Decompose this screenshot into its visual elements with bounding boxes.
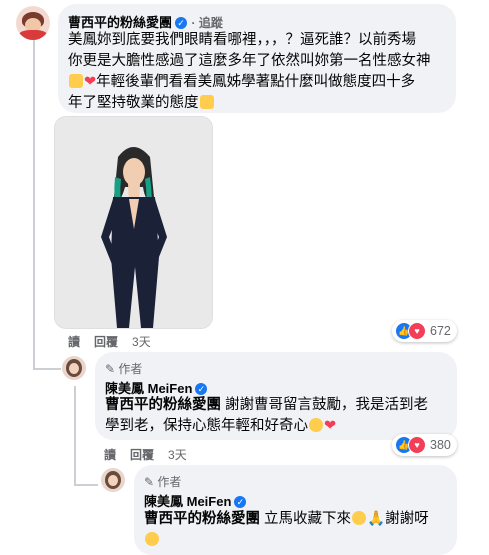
reply-line: 曹西平的粉絲愛團 謝謝曹哥留言鼓勵，我是活到老 [105,397,429,413]
reply-link[interactable]: 回覆 [94,335,118,349]
pray-icon: 🙏 [367,511,386,527]
pencil-icon: ✎ [105,362,116,376]
love-icon: ♥ [408,322,426,340]
reply-line [144,530,450,551]
comment-line: 年了堅持敬業的態度 [68,93,452,114]
reply-actions: 讀回覆 3天 [104,446,201,463]
comment-actions: 讀回覆 3天 [68,333,165,350]
grin-icon [309,418,323,432]
mention-link[interactable]: 曹西平的粉絲愛團 [105,397,221,413]
thread-line-curve [33,368,61,370]
grin-icon [352,511,367,525]
reply-header: 陳美鳳 MeiFen ✓ [144,491,247,511]
read-link[interactable]: 讀 [68,335,80,349]
comment-photo[interactable] [54,116,213,329]
timestamp[interactable]: 3天 [132,335,151,349]
comment-header: 曹西平的粉絲愛團 ✓ · 追蹤 [68,15,223,30]
avatar[interactable] [16,6,50,40]
heart-icon: ❤ [84,74,97,90]
reaction-count: 672 [430,324,451,338]
verified-icon: ✓ [175,16,188,29]
verified-icon: ✓ [195,382,208,395]
reaction-count: 380 [430,438,451,452]
thread-line [33,40,35,370]
comment-author[interactable]: 曹西平的粉絲愛團 [68,15,172,30]
grin-icon [145,532,159,546]
reply-text: 曹西平的粉絲愛團 謝謝曹哥留言鼓勵，我是活到老 學到老，保持心態年輕和好奇心 ❤ [105,395,451,437]
thumbs-up-icon [199,95,214,109]
comment-text: 美鳳妳到底要我們眼睛看哪裡，，，？逼死誰？以前秀場 你更是大膽性感過了這麼多年了… [68,30,452,114]
thread-line-2 [74,386,76,486]
thumbs-up-icon [69,74,83,88]
follow-button[interactable]: 追蹤 [199,16,223,30]
reply-bubble: ✎ 作者 陳美鳳 MeiFen ✓ 曹西平的粉絲愛團 立馬收藏下來 🙏謝謝呀 [134,465,457,555]
reply-link[interactable]: 回覆 [130,448,154,462]
mention-link[interactable]: 曹西平的粉絲愛團 [144,511,260,527]
love-icon: ♥ [408,436,426,454]
reply-bubble: ✎ 作者 陳美鳳 MeiFen ✓ 曹西平的粉絲愛團 謝謝曹哥留言鼓勵，我是活到老… [95,352,457,440]
avatar[interactable] [62,356,86,380]
reply-line: 曹西平的粉絲愛團 立馬收藏下來 🙏謝謝呀 [144,511,429,527]
comment-line: 你更是大膽性感過了這麼多年了依然叫妳第一名性感女神 [68,53,431,69]
reply-author[interactable]: 陳美鳳 MeiFen [105,381,192,396]
thread-line-2-curve [74,484,98,486]
comment-line: ❤年輕後輩們看看美鳳姊學著點什麼叫做態度四十多 [68,72,452,93]
reply-text: 曹西平的粉絲愛團 立馬收藏下來 🙏謝謝呀 [144,509,450,551]
reaction-summary[interactable]: 👍 ♥ 672 [392,320,457,342]
comment-bubble: 曹西平的粉絲愛團 ✓ · 追蹤 美鳳妳到底要我們眼睛看哪裡，，，？逼死誰？以前秀場… [58,4,456,113]
avatar[interactable] [101,468,125,492]
reaction-summary[interactable]: 👍 ♥ 380 [392,434,457,456]
reply-author[interactable]: 陳美鳳 MeiFen [144,494,231,509]
heart-icon: ❤ [324,418,337,434]
author-badge: ✎ 作者 [105,362,143,376]
timestamp[interactable]: 3天 [168,448,187,462]
photo-image [55,117,212,328]
read-link[interactable]: 讀 [104,448,116,462]
author-badge: ✎ 作者 [144,475,182,489]
verified-icon: ✓ [234,495,247,508]
pencil-icon: ✎ [144,475,155,489]
comment-line: 美鳳妳到底要我們眼睛看哪裡，，，？逼死誰？以前秀場 [68,32,416,48]
